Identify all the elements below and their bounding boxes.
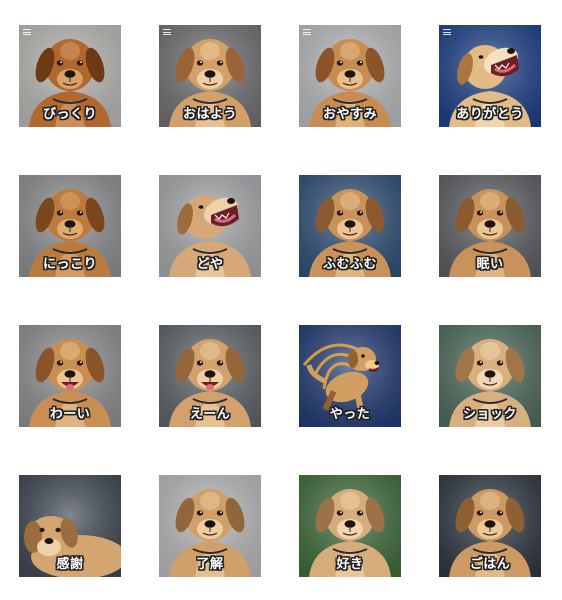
sticker-caption: やった: [329, 407, 371, 422]
sticker-caption: わーい: [49, 407, 91, 422]
sticker-caption: おやすみ: [322, 107, 377, 122]
sticker-item[interactable]: にっこり: [19, 175, 121, 277]
sticker-caption: 了解: [196, 557, 224, 572]
menu-icon: [443, 29, 451, 35]
sticker-caption: ふむふむ: [322, 257, 377, 272]
sticker-item[interactable]: 眠い: [439, 175, 541, 277]
sticker-item[interactable]: ありがとう: [439, 25, 541, 127]
sticker-caption: ショック: [462, 407, 517, 422]
sticker-item[interactable]: やった: [299, 325, 401, 427]
sticker-caption: 眠い: [476, 257, 504, 272]
sticker-item[interactable]: 了解: [159, 475, 261, 577]
sticker-caption: ありがとう: [456, 107, 524, 122]
sticker-caption: ごはん: [469, 557, 511, 572]
sticker-caption: おはよう: [182, 107, 237, 122]
sticker-caption: びっくり: [42, 107, 97, 122]
sticker-item[interactable]: 好き: [299, 475, 401, 577]
menu-icon: [23, 29, 31, 35]
menu-icon: [303, 29, 311, 35]
sticker-item[interactable]: どや: [159, 175, 261, 277]
menu-icon: [163, 29, 171, 35]
sticker-item[interactable]: おはよう: [159, 25, 261, 127]
sticker-caption: どや: [196, 257, 224, 272]
sticker-item[interactable]: えーん: [159, 325, 261, 427]
sticker-caption: えーん: [189, 407, 231, 422]
sticker-caption: にっこり: [42, 257, 97, 272]
sticker-item[interactable]: ふむふむ: [299, 175, 401, 277]
sticker-item[interactable]: ごはん: [439, 475, 541, 577]
sticker-item[interactable]: びっくり: [19, 25, 121, 127]
sticker-item[interactable]: わーい: [19, 325, 121, 427]
sticker-item[interactable]: 感謝: [19, 475, 121, 577]
sticker-item[interactable]: ショック: [439, 325, 541, 427]
sticker-item[interactable]: おやすみ: [299, 25, 401, 127]
sticker-caption: 感謝: [56, 557, 84, 572]
sticker-grid: びっくり おはよう おやすみ ありがとうにっこり どや ふむふむ 眠いわーい えーん やった ショ…: [0, 0, 562, 600]
sticker-caption: 好き: [336, 557, 364, 572]
